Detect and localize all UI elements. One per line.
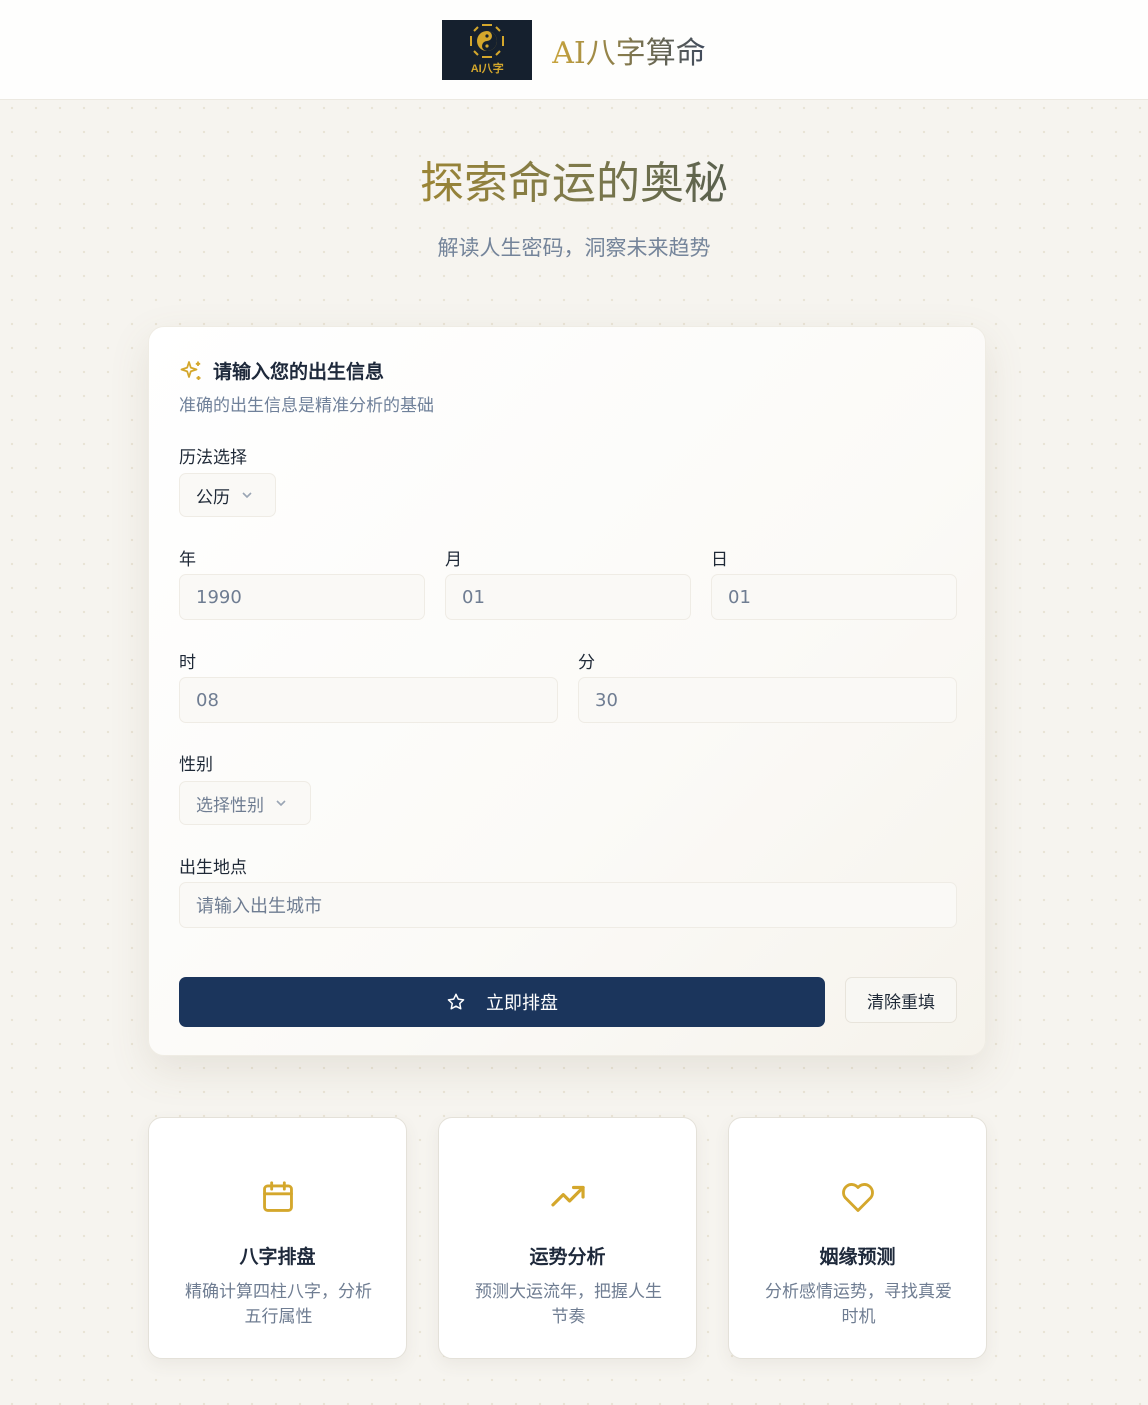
feature-title: 运势分析	[529, 1246, 606, 1268]
feature-title: 八字排盘	[239, 1246, 316, 1268]
feature-card-bazi[interactable]: 八字排盘 精确计算四柱八字，分析五行属性	[148, 1117, 407, 1359]
feature-title: 姻缘预测	[819, 1246, 896, 1268]
gender-label: 性别	[179, 755, 213, 775]
minute-input[interactable]: 30	[578, 677, 957, 723]
minute-label: 分	[578, 653, 595, 673]
submit-button[interactable]: 立即排盘	[179, 977, 825, 1027]
logo-text: AI八字	[470, 63, 504, 75]
birthplace-label: 出生地点	[179, 858, 247, 878]
hero-title-text: 探索命运的奥秘	[420, 158, 728, 209]
year-input[interactable]: 1990	[179, 574, 425, 620]
day-input[interactable]: 01	[711, 574, 957, 620]
gender-select-placeholder: 选择性别	[196, 795, 264, 816]
form-title-text: 请输入您的出生信息	[213, 361, 385, 383]
hero-subtitle: 解读人生密码，洞察未来趋势	[437, 236, 711, 260]
form-title: 请输入您的出生信息	[179, 357, 384, 384]
hour-input[interactable]: 08	[179, 677, 558, 723]
hero-title: 探索命运的奥秘	[0, 152, 1148, 216]
birthplace-input[interactable]: 请输入出生城市	[179, 882, 957, 928]
chevron-down-icon	[276, 800, 286, 807]
star-icon	[447, 993, 465, 1010]
chevron-down-icon	[242, 492, 252, 499]
year-label: 年	[179, 550, 196, 570]
sparkles-icon	[180, 360, 201, 380]
month-label: 月	[445, 550, 462, 570]
feature-card-marriage[interactable]: 姻缘预测 分析感情运势，寻找真爱时机	[728, 1117, 987, 1359]
brand-title[interactable]: AI八字算命	[552, 28, 706, 72]
feature-description: 精确计算四柱八字，分析五行属性	[185, 1282, 372, 1327]
month-input[interactable]: 01	[445, 574, 691, 620]
gender-select[interactable]: 选择性别	[179, 781, 311, 825]
calendar-select[interactable]: 公历	[179, 473, 276, 517]
hour-label: 时	[179, 653, 196, 673]
bagua-yin-yang-icon	[470, 24, 505, 58]
birth-info-form-card: 请输入您的出生信息 准确的出生信息是精准分析的基础 历法选择 公历 年 1990…	[148, 326, 986, 1056]
submit-button-label: 立即排盘	[486, 993, 558, 1014]
logo[interactable]: AI八字	[442, 19, 533, 80]
form-description: 准确的出生信息是精准分析的基础	[179, 396, 434, 416]
trending-up-icon	[550, 1185, 585, 1207]
feature-card-fortune[interactable]: 运势分析 预测大运流年，把握人生节奏	[438, 1117, 697, 1359]
calendar-select-value: 公历	[196, 487, 230, 508]
feature-description: 预测大运流年，把握人生节奏	[475, 1282, 662, 1327]
feature-description: 分析感情运势，寻找真爱时机	[765, 1282, 952, 1327]
day-label: 日	[711, 550, 728, 570]
heart-icon	[841, 1183, 874, 1212]
app-header: AI八字 AI八字算命	[0, 0, 1148, 100]
calendar-icon	[262, 1181, 293, 1212]
calendar-label: 历法选择	[179, 448, 247, 468]
reset-button[interactable]: 清除重填	[845, 977, 957, 1023]
